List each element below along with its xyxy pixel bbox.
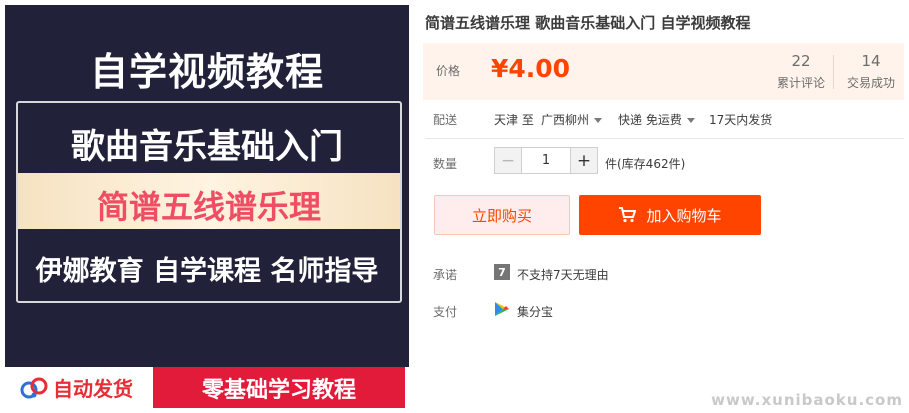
image-title: 自学视频教程 [89, 50, 324, 94]
reviews-label: 累计评论 [776, 76, 825, 90]
cart-icon [619, 207, 637, 223]
promise-label: 承诺 [433, 268, 458, 282]
price-panel: 价格 ¥4.00 22 累计评论 14 交易成功 [423, 43, 904, 100]
chevron-down-icon [686, 118, 695, 123]
quantity-input[interactable] [522, 148, 570, 173]
sales-count: 14 [861, 52, 881, 70]
sales-stat: 14 交易成功 [841, 52, 901, 91]
product-image[interactable]: 自学视频教程 歌曲音乐基础入门 简谱五线谱乐理 伊娜教育 自学课程 名师指导 自… [0, 0, 413, 413]
no-return-7-day-icon: 7 [494, 264, 510, 280]
image-line-1: 歌曲音乐基础入门 [71, 127, 343, 167]
quantity-label: 数量 [433, 157, 458, 171]
shipping-from: 天津 至 [494, 113, 534, 127]
product-title: 简谱五线谱乐理 歌曲音乐基础入门 自学视频教程 [425, 14, 751, 32]
reviews-count: 22 [791, 52, 811, 70]
auto-delivery-badge: 自动发货 [5, 367, 153, 408]
beginner-course-banner: 零基础学习教程 [153, 367, 405, 408]
stat-divider [833, 55, 834, 89]
chevron-down-icon [594, 118, 603, 123]
image-highlight-band: 简谱五线谱乐理 [18, 173, 400, 229]
sales-label: 交易成功 [846, 76, 895, 90]
shipping-method: 快递 免运费 [618, 113, 682, 127]
add-to-cart-button[interactable]: 加入购物车 [579, 195, 761, 235]
stock-info: 件(库存462件) [605, 157, 686, 171]
shipping-label: 配送 [433, 113, 458, 127]
shipping-destination: 广西柳州 [541, 113, 590, 127]
price-label: 价格 [436, 64, 461, 78]
auto-delivery-logo-icon [20, 377, 48, 398]
payment-label: 支付 [433, 305, 458, 319]
buy-now-button[interactable]: 立即购买 [434, 195, 570, 235]
shipping-method-select[interactable]: 快递 免运费 [618, 111, 695, 128]
product-page: 自学视频教程 歌曲音乐基础入门 简谱五线谱乐理 伊娜教育 自学课程 名师指导 自… [0, 0, 909, 413]
promise-text[interactable]: 不支持7天无理由 [517, 266, 609, 283]
shipping-destination-select[interactable]: 广西柳州 [541, 111, 603, 128]
payment-method[interactable]: 集分宝 [517, 303, 553, 320]
reviews-stat[interactable]: 22 累计评论 [775, 52, 827, 91]
image-band-text: 简谱五线谱乐理 [96, 188, 321, 226]
price-value: ¥4.00 [491, 54, 571, 83]
watermark: www.xunibaoku.com [711, 391, 903, 409]
quantity-stepper: − + [494, 147, 598, 174]
add-to-cart-label: 加入购物车 [646, 206, 722, 225]
shipping-eta: 17天内发货 [709, 113, 773, 127]
divider [425, 138, 904, 139]
quantity-decrease-button[interactable]: − [495, 148, 522, 173]
auto-delivery-text: 自动发货 [53, 377, 133, 401]
product-image-background: 自学视频教程 歌曲音乐基础入门 简谱五线谱乐理 伊娜教育 自学课程 名师指导 [5, 5, 409, 367]
image-line-3: 伊娜教育 自学课程 名师指导 [35, 256, 379, 287]
quantity-increase-button[interactable]: + [570, 148, 597, 173]
jifenbao-icon [495, 302, 509, 316]
